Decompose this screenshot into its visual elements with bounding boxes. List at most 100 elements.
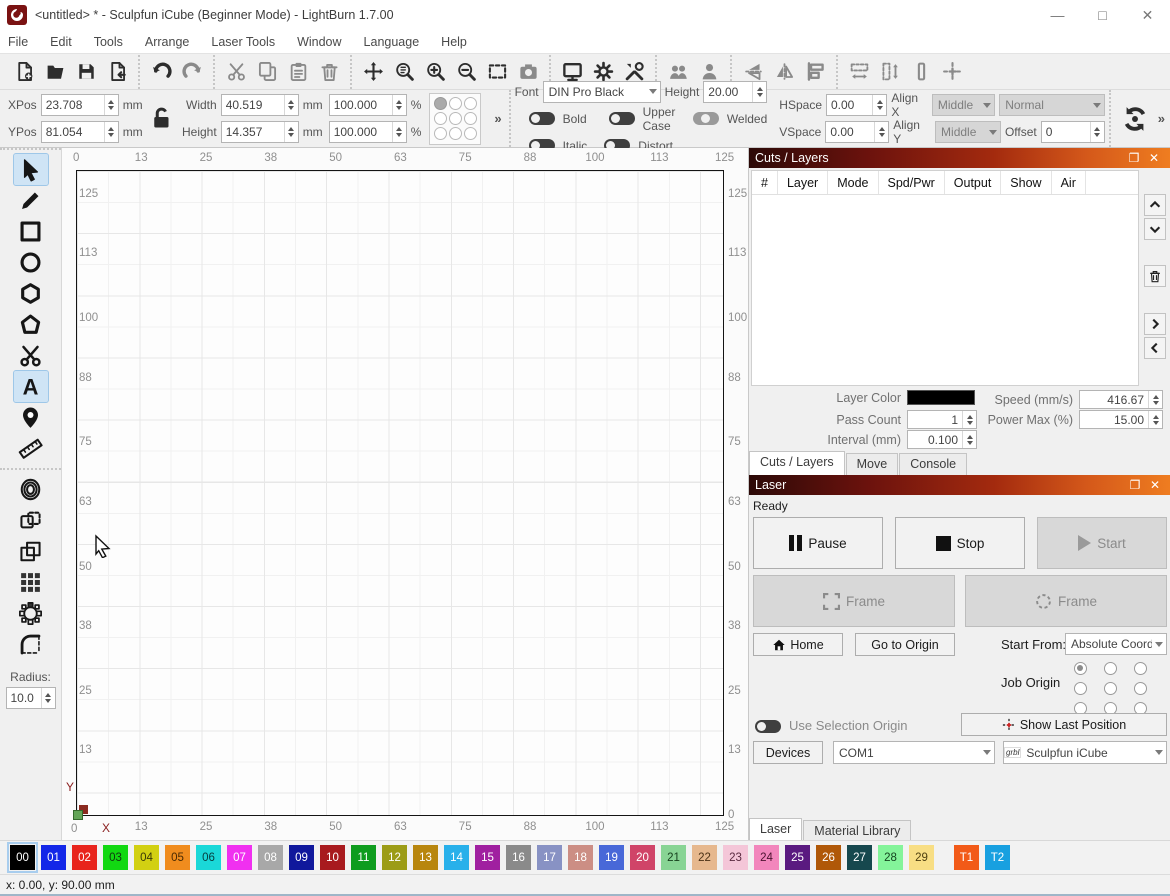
layer-color-24[interactable]: 24 <box>754 845 779 870</box>
menu-laser-tools[interactable]: Laser Tools <box>211 35 275 49</box>
menu-tools[interactable]: Tools <box>94 35 123 49</box>
layer-color-07[interactable]: 07 <box>227 845 252 870</box>
layer-color-14[interactable]: 14 <box>444 845 469 870</box>
layer-color-12[interactable]: 12 <box>382 845 407 870</box>
save-file-icon[interactable] <box>71 57 102 87</box>
layer-color-10[interactable]: 10 <box>320 845 345 870</box>
layer-color-00[interactable]: 00 <box>10 845 35 870</box>
welded-toggle[interactable] <box>693 112 719 125</box>
devices-button[interactable]: Devices <box>753 741 823 764</box>
stop-button[interactable]: Stop <box>895 517 1025 569</box>
layer-right-button[interactable] <box>1144 313 1166 335</box>
column-header-air[interactable]: Air <box>1052 171 1086 194</box>
boolean-tool-icon[interactable] <box>14 536 48 567</box>
draw-lines-tool-icon[interactable] <box>14 185 48 216</box>
layer-color-T2[interactable]: T2 <box>985 845 1010 870</box>
layer-left-button[interactable] <box>1144 337 1166 359</box>
origin-dot-0[interactable] <box>434 97 447 110</box>
job-origin-radio-4[interactable] <box>1104 682 1117 695</box>
home-button[interactable]: Home <box>753 633 843 656</box>
interval-input[interactable]: 0.100 <box>907 430 977 449</box>
edit-nodes-tool-icon[interactable] <box>14 309 48 340</box>
column-header-show[interactable]: Show <box>1001 171 1051 194</box>
layers-table[interactable]: #LayerModeSpd/PwrOutputShowAir <box>751 170 1139 386</box>
layer-color-06[interactable]: 06 <box>196 845 221 870</box>
frame-circle-button[interactable]: Frame <box>965 575 1167 627</box>
origin-dot-6[interactable] <box>434 127 447 140</box>
vspace-input[interactable]: 0.00 <box>825 121 889 143</box>
layer-up-button[interactable] <box>1144 194 1166 216</box>
layer-color-27[interactable]: 27 <box>847 845 872 870</box>
origin-dot-8[interactable] <box>464 127 477 140</box>
origin-dot-5[interactable] <box>464 112 477 125</box>
column-header-mode[interactable]: Mode <box>828 171 878 194</box>
menu-language[interactable]: Language <box>364 35 420 49</box>
offset-input[interactable]: 0 <box>1041 121 1105 143</box>
start-from-select[interactable]: Absolute Coords <box>1065 633 1167 655</box>
tab-console[interactable]: Console <box>899 453 967 475</box>
layer-color-22[interactable]: 22 <box>692 845 717 870</box>
layer-color-08[interactable]: 08 <box>258 845 283 870</box>
alignx-select[interactable]: Middle <box>932 94 995 116</box>
device-select[interactable]: grblSculpfun iCube <box>1003 741 1167 764</box>
ellipse-tool-icon[interactable] <box>14 247 48 278</box>
workspace-canvas[interactable]: 0132538506375881001131251325385063758810… <box>62 148 748 840</box>
layer-color-T1[interactable]: T1 <box>954 845 979 870</box>
ypos-input[interactable]: 81.054 <box>41 121 119 143</box>
job-origin-radio-1[interactable] <box>1104 662 1117 675</box>
layer-color-16[interactable]: 16 <box>506 845 531 870</box>
distribute-vertical-icon[interactable] <box>875 57 906 87</box>
height-input[interactable]: 14.357 <box>221 121 299 143</box>
layer-color-26[interactable]: 26 <box>816 845 841 870</box>
font-select[interactable]: DIN Pro Black <box>543 81 661 103</box>
power-max-input[interactable]: 15.00 <box>1079 410 1163 429</box>
layer-color-28[interactable]: 28 <box>878 845 903 870</box>
float-panel-icon[interactable]: ❐ <box>1124 151 1144 165</box>
speed-input[interactable]: 416.67 <box>1079 390 1163 409</box>
layer-color-01[interactable]: 01 <box>41 845 66 870</box>
width-input[interactable]: 40.519 <box>221 94 299 116</box>
undo-icon[interactable] <box>146 57 177 87</box>
maximize-button[interactable]: □ <box>1080 0 1125 30</box>
transform-overflow-button[interactable]: » <box>491 111 504 126</box>
origin-dot-3[interactable] <box>434 112 447 125</box>
column-header-layer[interactable]: Layer <box>778 171 828 194</box>
origin-dot-1[interactable] <box>449 97 462 110</box>
job-origin-radio-3[interactable] <box>1074 682 1087 695</box>
column-header-spdpwr[interactable]: Spd/Pwr <box>879 171 945 194</box>
hspace-input[interactable]: 0.00 <box>826 94 887 116</box>
open-file-icon[interactable] <box>40 57 71 87</box>
layer-color-03[interactable]: 03 <box>103 845 128 870</box>
delete-layer-icon[interactable] <box>1144 265 1166 287</box>
menu-window[interactable]: Window <box>297 35 341 49</box>
resize-bar-icon[interactable] <box>906 57 937 87</box>
tab-cuts-layers[interactable]: Cuts / Layers <box>749 451 845 475</box>
layer-color-20[interactable]: 20 <box>630 845 655 870</box>
distribute-horizontal-icon[interactable] <box>844 57 875 87</box>
bold-toggle[interactable] <box>529 112 555 125</box>
layer-down-button[interactable] <box>1144 218 1166 240</box>
layer-color-21[interactable]: 21 <box>661 845 686 870</box>
paste-icon[interactable] <box>283 57 314 87</box>
goto-origin-button[interactable]: Go to Origin <box>855 633 955 656</box>
object-origin-grid[interactable] <box>429 93 481 145</box>
origin-dot-2[interactable] <box>464 97 477 110</box>
menu-edit[interactable]: Edit <box>50 35 72 49</box>
show-last-position-button[interactable]: Show Last Position <box>961 713 1167 736</box>
new-file-icon[interactable] <box>9 57 40 87</box>
job-origin-radio-0[interactable] <box>1074 662 1087 675</box>
offset-shapes-tool-icon[interactable] <box>14 474 48 505</box>
text-style-select[interactable]: Normal <box>999 94 1105 116</box>
origin-dot-7[interactable] <box>449 127 462 140</box>
aligny-select[interactable]: Middle <box>935 121 1001 143</box>
layer-color-15[interactable]: 15 <box>475 845 500 870</box>
copy-icon[interactable] <box>252 57 283 87</box>
layer-color-25[interactable]: 25 <box>785 845 810 870</box>
layer-color-02[interactable]: 02 <box>72 845 97 870</box>
column-header-[interactable]: # <box>752 171 778 194</box>
redo-icon[interactable] <box>177 57 208 87</box>
job-origin-grid[interactable] <box>1065 658 1155 718</box>
port-select[interactable]: COM1 <box>833 741 995 764</box>
tab-laser[interactable]: Laser <box>749 818 802 842</box>
close-panel-icon[interactable]: ✕ <box>1145 478 1165 492</box>
